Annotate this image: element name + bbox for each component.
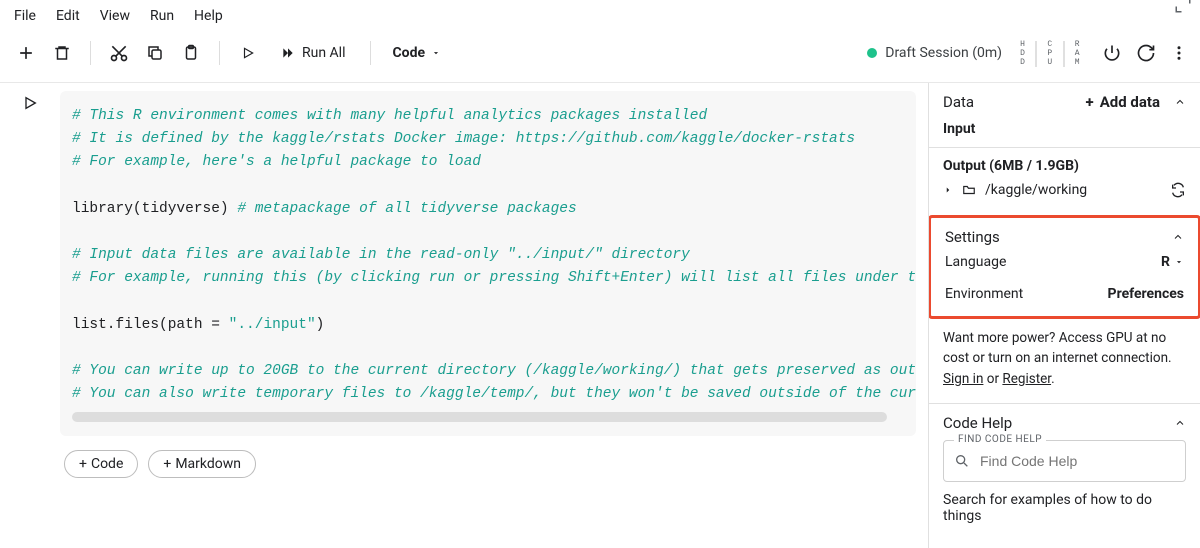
code-cell[interactable]: # This R environment comes with many hel… <box>60 91 916 436</box>
menu-view[interactable]: View <box>100 8 130 24</box>
horizontal-scrollbar[interactable] <box>72 412 887 422</box>
add-code-cell-button[interactable]: + Code <box>64 450 138 478</box>
search-icon <box>954 453 970 469</box>
run-all-button[interactable]: Run All <box>270 38 356 68</box>
add-markdown-cell-button[interactable]: + Markdown <box>148 450 256 478</box>
menubar: File Edit View Run Help <box>0 0 1200 32</box>
ram-gauge: RAM <box>1075 40 1080 67</box>
find-code-help-label: FIND CODE HELP <box>954 434 1046 445</box>
settings-section-title: Settings <box>945 228 1000 246</box>
paste-button[interactable] <box>177 39 205 67</box>
delete-cell-button[interactable] <box>48 39 76 67</box>
chevron-up-icon[interactable] <box>1172 231 1184 243</box>
find-code-help-hint: Search for examples of how to do things <box>943 492 1186 524</box>
sync-icon[interactable] <box>1170 182 1186 198</box>
register-link[interactable]: Register <box>1002 371 1051 387</box>
working-dir-path[interactable]: /kaggle/working <box>985 182 1087 198</box>
hdd-gauge: HDD <box>1020 40 1025 67</box>
run-cell-gutter-icon[interactable] <box>22 95 38 548</box>
resource-gauges: HDD CPU RAM <box>1020 40 1080 67</box>
language-label: Language <box>945 254 1006 270</box>
more-icon[interactable] <box>1170 44 1188 62</box>
cpu-gauge: CPU <box>1047 40 1052 67</box>
input-section-title: Input <box>943 111 1186 137</box>
environment-preferences-button[interactable]: Preferences <box>1108 286 1184 302</box>
power-icon[interactable] <box>1102 43 1122 63</box>
output-section-title: Output (6MB / 1.9GB) <box>943 158 1186 174</box>
language-select[interactable]: R <box>1161 254 1184 270</box>
signin-link[interactable]: Sign in <box>943 371 983 387</box>
menu-file[interactable]: File <box>14 8 36 24</box>
toolbar: Run All Code Draft Session (0m) HDD CPU … <box>0 32 1200 83</box>
menu-edit[interactable]: Edit <box>56 8 80 24</box>
expand-icon[interactable] <box>1174 0 1192 14</box>
session-active-dot-icon <box>867 48 877 58</box>
add-cell-button[interactable] <box>12 39 40 67</box>
environment-label: Environment <box>945 286 1023 302</box>
copy-button[interactable] <box>141 39 169 67</box>
chevron-right-icon[interactable] <box>943 185 953 195</box>
code-help-title: Code Help <box>943 414 1012 432</box>
add-data-button[interactable]: + Add data <box>1086 93 1160 111</box>
cell-type-select[interactable]: Code <box>385 45 450 61</box>
chevron-up-icon[interactable] <box>1174 96 1186 108</box>
cut-button[interactable] <box>105 39 133 67</box>
chevron-up-icon[interactable] <box>1174 417 1186 429</box>
run-cell-button[interactable] <box>234 39 262 67</box>
right-sidebar: Data + Add data Input Output (6MB / 1.9G… <box>928 83 1200 548</box>
find-code-help-input[interactable] <box>944 441 1185 481</box>
restart-icon[interactable] <box>1136 43 1156 63</box>
power-note: Want more power? Access GPU at no cost o… <box>929 318 1200 404</box>
folder-icon <box>961 183 977 197</box>
menu-help[interactable]: Help <box>194 8 223 24</box>
session-status[interactable]: Draft Session (0m) <box>867 45 1002 61</box>
menu-run[interactable]: Run <box>150 8 174 24</box>
data-section-title: Data <box>943 93 974 111</box>
